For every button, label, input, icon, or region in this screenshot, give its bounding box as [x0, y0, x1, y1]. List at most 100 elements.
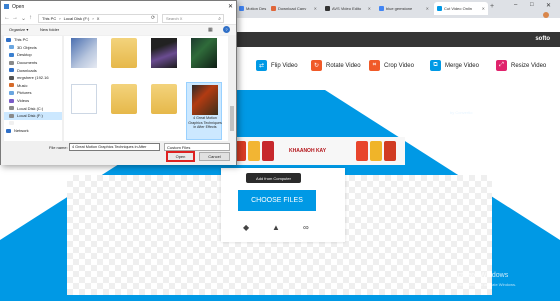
refresh-icon[interactable]: ⟳	[151, 15, 155, 21]
command-bar: Organize ▾ New folder ▦ ?	[1, 25, 236, 35]
file-item[interactable]	[106, 36, 142, 76]
nav-item[interactable]	[4, 120, 62, 128]
new-folder-button[interactable]: New folder	[40, 27, 59, 32]
nav-item-icon	[9, 113, 14, 118]
dialog-close-button[interactable]: ✕	[228, 3, 233, 10]
back-arrow-icon[interactable]: ←	[4, 15, 10, 21]
dialog-app-icon	[4, 4, 9, 9]
breadcrumb-this-pc[interactable]: This PC	[42, 16, 56, 21]
ad-product-image	[248, 141, 260, 161]
video-thumbnail	[192, 85, 218, 115]
browser-tab[interactable]: Motion Des ✕	[236, 2, 267, 15]
breadcrumb-local-disk[interactable]: Local Disk (F:)	[64, 16, 90, 21]
nav-item[interactable]: Local Disk (C:)	[4, 104, 62, 112]
ad-product-image	[262, 141, 274, 161]
nav-item[interactable]: This PC	[4, 36, 62, 44]
file-item[interactable]	[66, 36, 102, 76]
hero-logo-text: Video Converter	[418, 102, 472, 109]
nav-item-icon	[9, 83, 14, 88]
selected-file-name: 4 Great Motion Graphics Techniques in Af…	[188, 116, 222, 130]
nav-item[interactable]: Videos	[4, 97, 62, 105]
organize-button[interactable]: Organize ▾	[9, 27, 28, 32]
maximize-window-button[interactable]: □	[530, 2, 534, 8]
nav-item-icon	[6, 37, 11, 42]
breadcrumb-folder[interactable]: X	[97, 16, 100, 21]
dialog-titlebar[interactable]: Open ✕	[1, 1, 236, 12]
cancel-button[interactable]: Cancel	[199, 152, 230, 161]
close-tab-icon[interactable]: ✕	[482, 6, 485, 11]
video-converter-logo[interactable]: Video Converter	[409, 101, 472, 109]
address-bar[interactable]: This PC › Local Disk (F:) › X	[38, 14, 158, 23]
link-icon[interactable]: ∞	[303, 223, 309, 232]
google-drive-icon[interactable]: ▲	[272, 223, 280, 232]
file-item[interactable]	[146, 82, 182, 122]
selected-file-item[interactable]: 4 Great Motion Graphics Techniques in Af…	[186, 82, 222, 140]
browser-tab-active[interactable]: Cut Video Onlin ✕	[434, 2, 488, 15]
browser-tab[interactable]: Download Canv ✕	[268, 2, 320, 15]
close-tab-icon[interactable]: ✕	[368, 6, 371, 11]
nav-item[interactable]: Desktop	[4, 51, 62, 59]
file-list: 4 Great Motion Graphics Techniques in Af…	[64, 36, 228, 141]
nav-item-icon	[9, 90, 14, 95]
flip-video-link[interactable]: ⇄ Flip Video	[256, 60, 298, 71]
minimize-window-button[interactable]: –	[514, 2, 517, 8]
nav-item[interactable]: mrgshere (192.16	[4, 74, 62, 82]
crop-icon: ⌗	[369, 60, 380, 71]
nav-item-icon	[9, 106, 14, 111]
nav-item[interactable]: Network	[4, 127, 62, 135]
choose-files-button[interactable]: CHOOSE FILES	[238, 190, 316, 211]
nav-item-label: Network	[14, 128, 29, 134]
help-icon[interactable]: ?	[223, 26, 230, 33]
activate-windows-subtitle: Go to Settings to activate Windows.	[453, 282, 517, 287]
nav-item-icon	[9, 52, 14, 57]
browser-tab[interactable]: blue gemstone ✕	[376, 2, 432, 15]
chevron-down-icon[interactable]: ⌄	[21, 15, 26, 22]
nav-item-label: Desktop	[17, 52, 32, 58]
ad-product-image	[370, 141, 382, 161]
file-name-input[interactable]: 4 Great Motion Graphics Techniques in Af…	[69, 143, 160, 151]
ad-product-image	[384, 141, 396, 161]
flip-icon: ⇄	[256, 60, 267, 71]
browser-tab[interactable]: AVS Video Edito ✕	[322, 2, 374, 15]
ad-product-image	[356, 141, 368, 161]
up-arrow-icon[interactable]: ↑	[29, 15, 32, 21]
tool-label: Flip Video	[271, 62, 298, 69]
close-tab-icon[interactable]: ✕	[426, 6, 429, 11]
nav-item[interactable]: Documents	[4, 59, 62, 67]
rotate-video-link[interactable]: ↻ Rotate Video	[311, 60, 361, 71]
nav-item[interactable]: Music	[4, 82, 62, 90]
profile-avatar[interactable]	[543, 12, 549, 18]
file-item[interactable]	[106, 82, 142, 122]
close-tab-icon[interactable]: ✕	[314, 6, 317, 11]
nav-item-label: 3D Objects	[17, 44, 37, 50]
nav-item[interactable]: Pictures	[4, 89, 62, 97]
tool-label: Resize Video	[511, 62, 547, 69]
merge-video-link[interactable]: ⧉ Merge Video	[430, 60, 479, 71]
merge-icon: ⧉	[430, 60, 441, 71]
tab-favicon	[325, 6, 330, 11]
tab-favicon	[437, 6, 442, 11]
nav-item[interactable]: Downloads	[4, 66, 62, 74]
view-options-icon[interactable]: ▦	[208, 27, 213, 33]
nav-item[interactable]: 3D Objects	[4, 44, 62, 52]
nav-item[interactable]: Local Disk (F:)	[4, 111, 62, 120]
site-logo[interactable]: softo	[535, 36, 550, 42]
file-list-scrollbar[interactable]	[229, 36, 235, 141]
resize-video-link[interactable]: ⤢ Resize Video	[496, 60, 546, 71]
file-item[interactable]	[186, 36, 222, 76]
file-item[interactable]	[146, 36, 182, 76]
scrollbar-thumb[interactable]	[230, 106, 234, 131]
search-icon: ⌕	[218, 16, 221, 22]
close-window-button[interactable]: ✕	[546, 2, 551, 9]
file-type-select[interactable]: Custom Files	[164, 143, 230, 151]
file-item[interactable]	[66, 82, 102, 122]
folder-icon	[111, 84, 137, 114]
breadcrumb-separator-icon: ›	[92, 16, 94, 21]
new-tab-button[interactable]: +	[490, 3, 494, 10]
search-input[interactable]: Search X ⌕	[162, 14, 224, 23]
search-placeholder: Search X	[166, 16, 183, 21]
forward-arrow-icon[interactable]: →	[12, 15, 18, 21]
dropbox-icon[interactable]: ◆	[243, 223, 249, 232]
open-button[interactable]: Open	[166, 151, 195, 162]
crop-video-link[interactable]: ⌗ Crop Video	[369, 60, 414, 71]
